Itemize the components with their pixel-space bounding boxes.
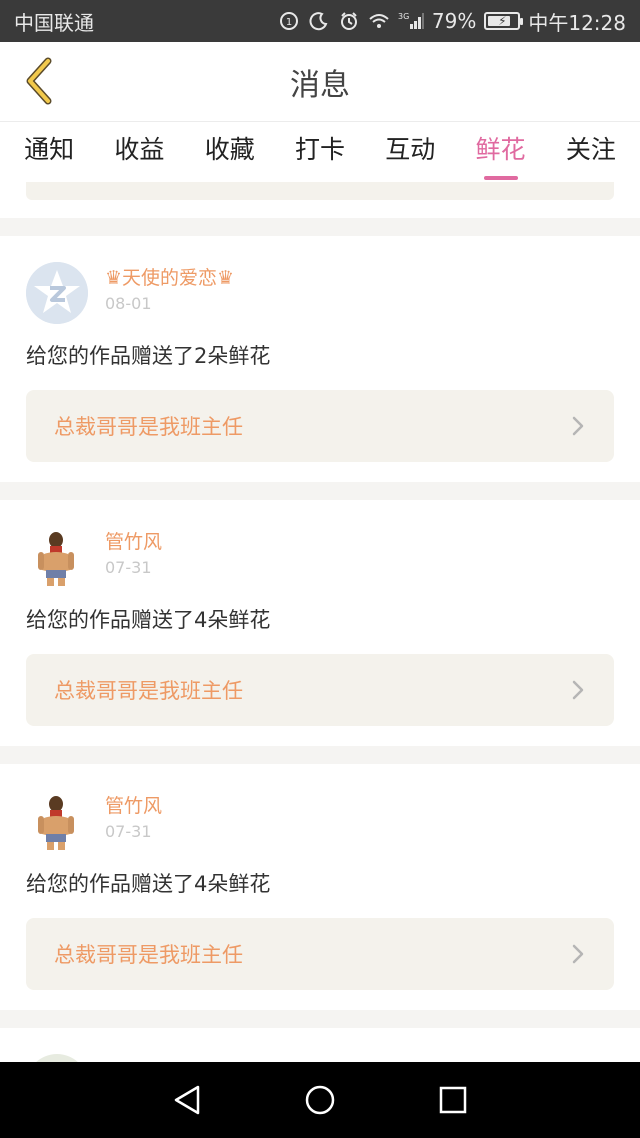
user-meta: 管竹风 07-31 <box>105 530 162 577</box>
chevron-right-icon <box>568 944 588 964</box>
avatar[interactable] <box>26 526 88 588</box>
alarm-icon <box>338 10 360 32</box>
divider <box>0 218 640 236</box>
work-title: 总裁哥哥是我班主任 <box>54 415 243 439</box>
avatar[interactable] <box>26 1054 88 1062</box>
circle-home-icon <box>305 1085 335 1115</box>
header: 消息 <box>0 42 640 122</box>
work-link-partial[interactable] <box>26 182 614 200</box>
moon-icon <box>308 10 330 32</box>
status-icons: 1 3G 79% ⚡ 中午12:28 <box>278 7 626 36</box>
username[interactable]: 管竹风 <box>105 530 162 554</box>
divider <box>0 1010 640 1028</box>
chevron-right-icon <box>568 416 588 436</box>
system-nav-bar <box>0 1062 640 1138</box>
user-row: 管竹风 07-31 <box>26 526 614 590</box>
work-link[interactable]: 总裁哥哥是我班主任 <box>26 918 614 990</box>
person-avatar-icon <box>38 532 74 586</box>
message-date: 07-31 <box>105 558 152 577</box>
qq-avatar-icon <box>26 262 88 324</box>
person-avatar-icon <box>38 796 74 850</box>
nav-home-button[interactable] <box>300 1080 340 1120</box>
signal-icon: 3G <box>398 10 424 32</box>
triangle-back-icon <box>174 1085 199 1115</box>
square-recents-icon <box>440 1086 467 1114</box>
message-text: 给您的作品赠送了4朵鲜花 <box>26 608 271 632</box>
username[interactable]: ♛天使的爱恋♛ <box>105 266 234 290</box>
work-link[interactable]: 总裁哥哥是我班主任 <box>26 654 614 726</box>
list-item: 管竹风 07-31 给您的作品赠送了4朵鲜花 总裁哥哥是我班主任 <box>0 764 640 1010</box>
data-saver-icon: 1 <box>278 10 300 32</box>
network-type: 3G <box>398 12 409 21</box>
nav-back-button[interactable] <box>167 1080 207 1120</box>
tab-interaction[interactable]: 互动 <box>377 124 443 180</box>
carrier-name: 中国联通 <box>14 10 94 35</box>
tab-flowers[interactable]: 鲜花 <box>468 124 534 180</box>
tab-following[interactable]: 关注 <box>558 124 624 180</box>
page-title: 消息 <box>290 67 350 103</box>
tab-notifications[interactable]: 通知 <box>16 124 82 180</box>
divider <box>0 482 640 500</box>
chevron-right-icon <box>568 680 588 700</box>
message-list[interactable]: ♛天使的爱恋♛ 08-01 给您的作品赠送了2朵鲜花 总裁哥哥是我班主任 管竹风… <box>0 182 640 1062</box>
message-date: 08-01 <box>105 294 152 313</box>
list-item-partial-bottom <box>0 1028 640 1062</box>
back-button[interactable] <box>14 56 64 106</box>
svg-text:1: 1 <box>286 17 292 28</box>
work-link[interactable]: 总裁哥哥是我班主任 <box>26 390 614 462</box>
user-meta: ♛天使的爱恋♛ 08-01 <box>105 266 234 313</box>
avatar[interactable] <box>26 790 88 852</box>
avatar[interactable] <box>26 262 88 324</box>
user-meta: 管竹风 07-31 <box>105 794 162 841</box>
user-row: 管竹风 07-31 <box>26 790 614 854</box>
message-text: 给您的作品赠送了2朵鲜花 <box>26 344 271 368</box>
list-item: ♛天使的爱恋♛ 08-01 给您的作品赠送了2朵鲜花 总裁哥哥是我班主任 <box>0 236 640 482</box>
battery-icon: ⚡ <box>484 12 524 30</box>
user-row: ♛天使的爱恋♛ 08-01 <box>26 262 614 326</box>
divider <box>0 746 640 764</box>
nav-recents-button[interactable] <box>433 1080 473 1120</box>
list-item: 管竹风 07-31 给您的作品赠送了4朵鲜花 总裁哥哥是我班主任 <box>0 500 640 746</box>
tab-earnings[interactable]: 收益 <box>106 124 172 180</box>
clock: 中午12:28 <box>528 10 626 35</box>
work-title: 总裁哥哥是我班主任 <box>54 943 243 967</box>
status-bar: 中国联通 1 3G 79% ⚡ 中午12:28 <box>0 0 640 42</box>
battery-percent: 79% <box>431 9 477 33</box>
username[interactable]: 管竹风 <box>105 794 162 818</box>
tab-favorites[interactable]: 收藏 <box>197 124 263 180</box>
message-text: 给您的作品赠送了4朵鲜花 <box>26 872 271 896</box>
list-item-partial-top <box>0 182 640 218</box>
message-date: 07-31 <box>105 822 152 841</box>
tab-checkin[interactable]: 打卡 <box>287 124 353 180</box>
tab-bar: 通知 收益 收藏 打卡 互动 鲜花 关注 <box>0 122 640 182</box>
work-title: 总裁哥哥是我班主任 <box>54 679 243 703</box>
wifi-icon <box>368 10 390 32</box>
chevron-left-icon <box>26 57 52 105</box>
